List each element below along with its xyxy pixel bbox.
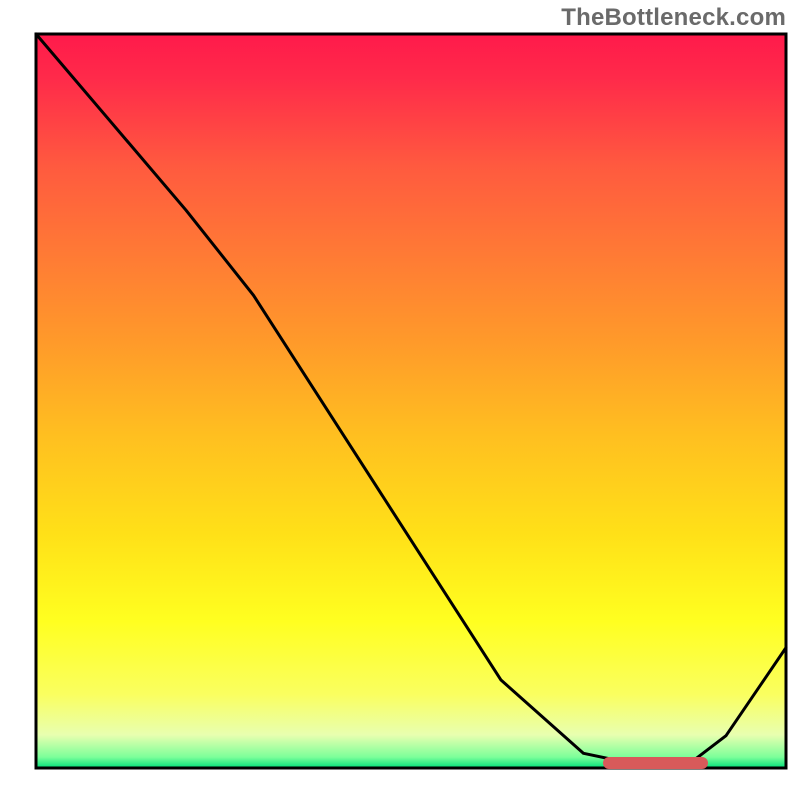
axes (36, 34, 786, 768)
bottleneck-chart (0, 0, 800, 800)
chart-container: TheBottleneck.com (0, 0, 800, 800)
optimal-marker (603, 757, 708, 769)
watermark-text: TheBottleneck.com (561, 4, 786, 32)
